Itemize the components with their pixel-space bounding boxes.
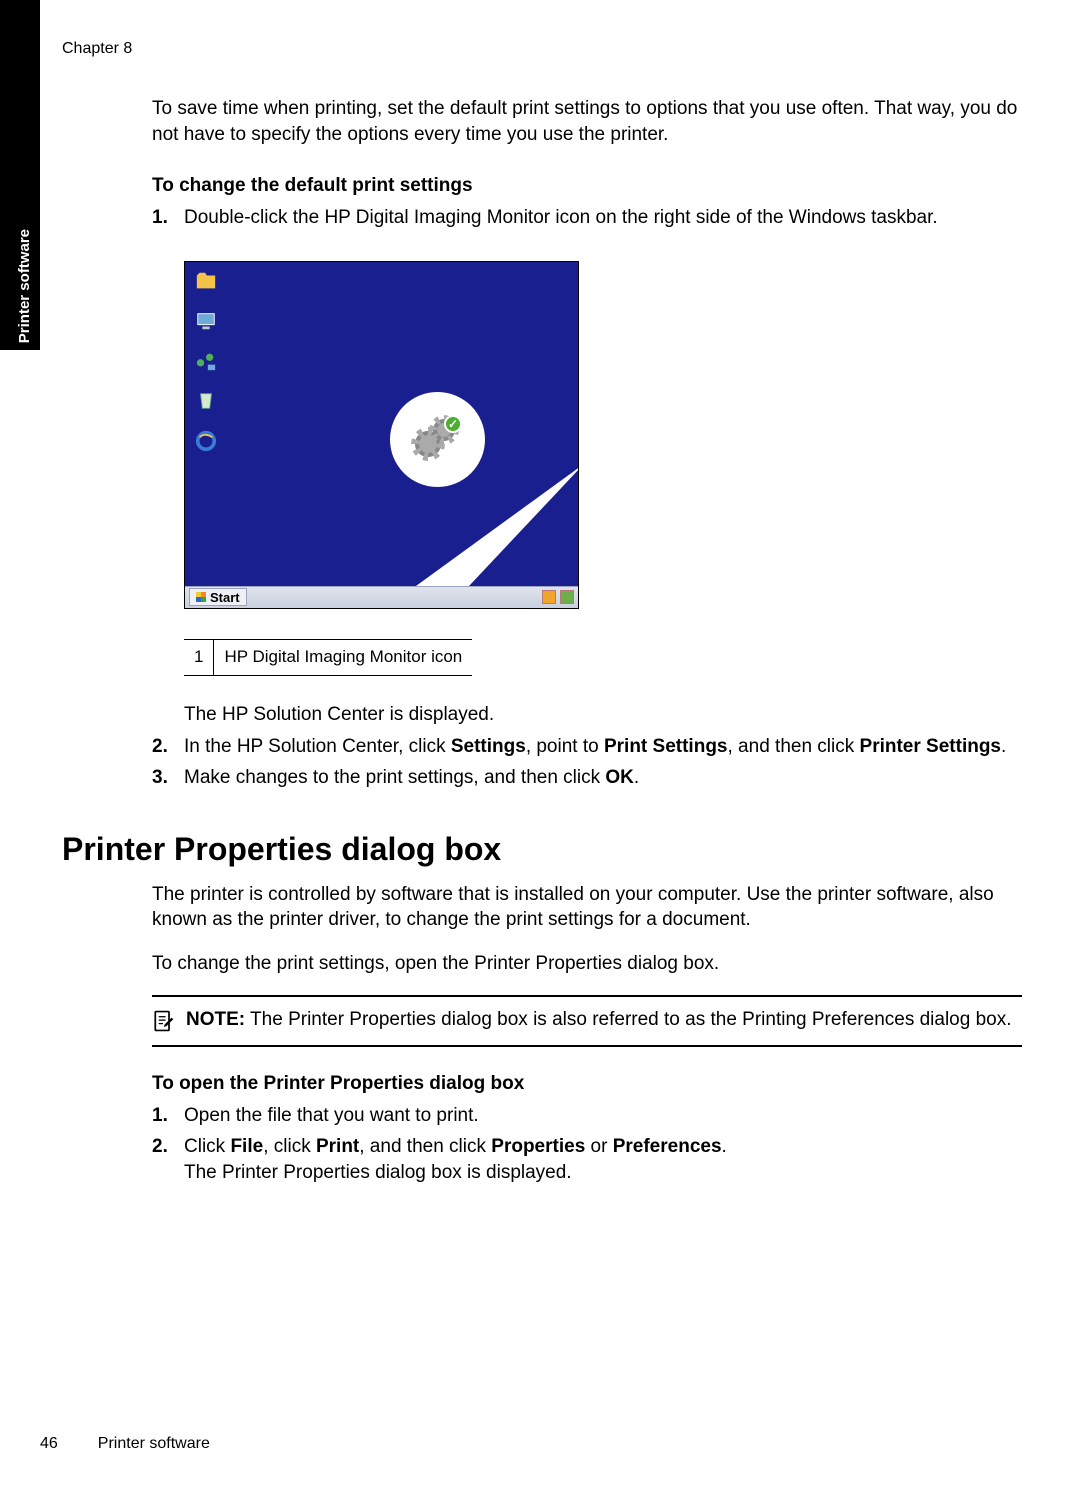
bold: Properties	[491, 1136, 585, 1157]
start-label: Start	[210, 589, 240, 607]
note-block: NOTE: The Printer Properties dialog box …	[152, 995, 1022, 1047]
note-label: NOTE:	[186, 1009, 245, 1030]
tray-icon-2	[560, 590, 574, 604]
page-content: Chapter 8 To save time when printing, se…	[62, 40, 1022, 1192]
note-content: NOTE: The Printer Properties dialog box …	[186, 1007, 1012, 1033]
system-tray	[542, 590, 574, 604]
screenshot-container: ✓ Start	[184, 261, 1022, 676]
subheading-open-dialog: To open the Printer Properties dialog bo…	[152, 1073, 1022, 1095]
legend-number: 1	[184, 639, 214, 675]
text: In the HP Solution Center, click	[184, 736, 451, 757]
subheading-change-settings: To change the default print settings	[152, 175, 1022, 197]
screenshot-legend-table: 1 HP Digital Imaging Monitor icon	[184, 639, 472, 676]
folder-icon	[195, 270, 217, 292]
recycle-bin-icon	[195, 390, 217, 412]
network-icon	[195, 350, 217, 372]
text: or	[585, 1136, 612, 1157]
step-b-line2: The Printer Properties dialog box is dis…	[184, 1162, 572, 1183]
bold: Print	[316, 1136, 359, 1157]
step-2: In the HP Solution Center, click Setting…	[152, 734, 1022, 760]
bold: Settings	[451, 736, 526, 757]
windows-desktop-screenshot: ✓ Start	[184, 261, 579, 609]
bold: Print Settings	[604, 736, 728, 757]
desktop-area: ✓	[185, 262, 578, 586]
body-paragraph-1: The printer is controlled by software th…	[152, 882, 1022, 933]
sidebar-black-tab: Printer software	[0, 0, 40, 350]
step-b: Click File, click Print, and then click …	[152, 1134, 1022, 1185]
page-footer: 46 Printer software	[40, 1435, 210, 1453]
internet-explorer-icon	[195, 430, 217, 452]
intro-paragraph: To save time when printing, set the defa…	[152, 96, 1022, 147]
text: Make changes to the print settings, and …	[184, 767, 605, 788]
steps-list-2: Open the file that you want to print. Cl…	[152, 1103, 1022, 1186]
legend-text: HP Digital Imaging Monitor icon	[214, 639, 472, 675]
section-heading: Printer Properties dialog box	[62, 831, 1022, 868]
footer-title: Printer software	[98, 1435, 210, 1453]
text: , point to	[526, 736, 604, 757]
bold: File	[230, 1136, 263, 1157]
windows-flag-icon	[196, 592, 206, 602]
note-text: The Printer Properties dialog box is als…	[245, 1009, 1011, 1030]
text: , and then click	[728, 736, 860, 757]
hp-digital-imaging-monitor-icon: ✓	[415, 417, 460, 462]
my-computer-icon	[195, 310, 217, 332]
chapter-label: Chapter 8	[62, 40, 1022, 58]
start-button: Start	[189, 588, 247, 606]
text: .	[722, 1136, 727, 1157]
note-icon	[152, 1009, 174, 1033]
tray-icon-1	[542, 590, 556, 604]
text: Click	[184, 1136, 230, 1157]
bold: Printer Settings	[860, 736, 1001, 757]
step-1: Double-click the HP Digital Imaging Moni…	[152, 205, 1022, 727]
bold: Preferences	[613, 1136, 722, 1157]
steps-list-1: Double-click the HP Digital Imaging Moni…	[152, 205, 1022, 791]
desktop-icons-column	[195, 270, 217, 452]
text: Open the file that you want to print.	[184, 1105, 479, 1126]
windows-taskbar: Start	[185, 586, 578, 608]
step-1-result: The HP Solution Center is displayed.	[184, 702, 1022, 728]
text: , and then click	[359, 1136, 491, 1157]
sidebar-label: Printer software	[16, 229, 33, 343]
table-row: 1 HP Digital Imaging Monitor icon	[184, 639, 472, 675]
step-3: Make changes to the print settings, and …	[152, 765, 1022, 791]
body-paragraph-2: To change the print settings, open the P…	[152, 951, 1022, 977]
spotlight-circle: ✓	[390, 392, 485, 487]
text: , click	[263, 1136, 316, 1157]
step-1-text: Double-click the HP Digital Imaging Moni…	[184, 207, 938, 228]
text: .	[1001, 736, 1006, 757]
step-a: Open the file that you want to print.	[152, 1103, 1022, 1129]
page-number: 46	[40, 1435, 58, 1453]
text: .	[634, 767, 639, 788]
bold: OK	[605, 767, 634, 788]
